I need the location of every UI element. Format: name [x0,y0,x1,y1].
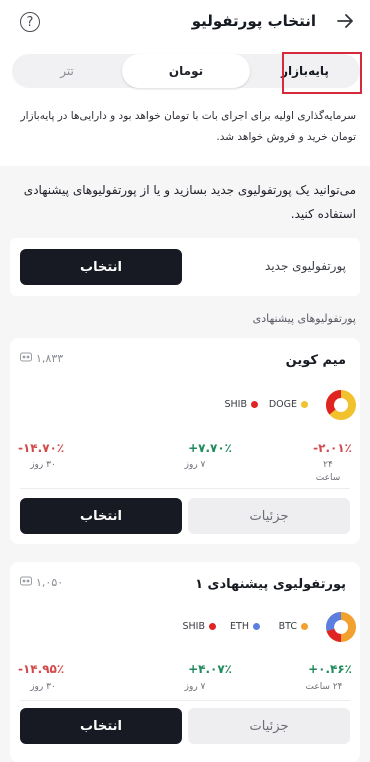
stat-value-30d: -۱۴.۷۰٪ [18,441,65,455]
legend-dot [301,401,308,408]
coin-legend-item: SHIB [183,621,216,632]
stat-value-7d: +۷.۷۰٪ [188,441,232,455]
tab-tether[interactable]: تتر [12,54,122,88]
question-circle-icon[interactable]: ? [20,12,40,32]
stat-label-30d: ۳۰ روز [30,682,56,692]
arrow-right-icon[interactable] [334,10,356,32]
card-divider [20,488,350,489]
users-icon [20,576,32,589]
stat-label-7d: ۷ روز [184,460,206,470]
select-button[interactable]: انتخاب [20,498,182,534]
coin-legend-item: DOGE [269,399,308,410]
legend-dot [253,623,260,630]
portfolio-donut-chart [326,389,356,420]
details-button[interactable]: جزئیات [188,498,350,534]
legend-dot [209,623,216,630]
followers-count: ۱,۸۳۳ [20,352,63,365]
select-button[interactable]: انتخاب [20,708,182,744]
users-icon [20,352,32,365]
details-button[interactable]: جزئیات [188,708,350,744]
stat-value-7d: +۴.۰۷٪ [188,662,232,676]
new-portfolio-select-button[interactable]: انتخاب [20,249,182,285]
market-description: سرمایه‌گذاری اولیه برای اجرای بات با توم… [20,110,356,143]
stat-label-24h: ۲۴ ساعت [315,460,341,483]
suggested-section-title: پورتفولیوهای پیشنهادی [252,312,356,325]
coin-legend-item: SHIB [225,399,258,410]
legend-dot [251,401,258,408]
selection-highlight [282,52,362,94]
card-title: پورتفولیوی پیشنهادی ۱ [195,577,346,592]
legend-dot [301,623,308,630]
intro-text: می‌توانید یک پورتفولیوی جدید بسازید و یا… [23,183,356,221]
coin-legend-item: BTC [279,621,308,632]
followers-count: ۱,۰۵۰ [20,576,63,589]
stat-label-7d: ۷ روز [184,682,206,692]
stat-value-24h: +۰.۴۶٪ [308,662,352,676]
stat-label-30d: ۳۰ روز [30,460,56,470]
card-title: میم کوین [285,353,346,368]
coin-legend-item: ETH [230,621,260,632]
tab-toman[interactable]: تومان [122,54,250,88]
stat-value-30d: -۱۴.۹۵٪ [18,662,65,676]
page-title: انتخاب پورتفولیو [191,12,316,30]
stat-value-24h: -۲.۰۱٪ [313,441,352,455]
portfolio-donut-chart [326,612,356,642]
card-divider [20,700,350,701]
stat-label-24h: ۲۴ ساعت [305,682,343,692]
new-portfolio-label: پورتفولیوی جدید [265,259,346,273]
